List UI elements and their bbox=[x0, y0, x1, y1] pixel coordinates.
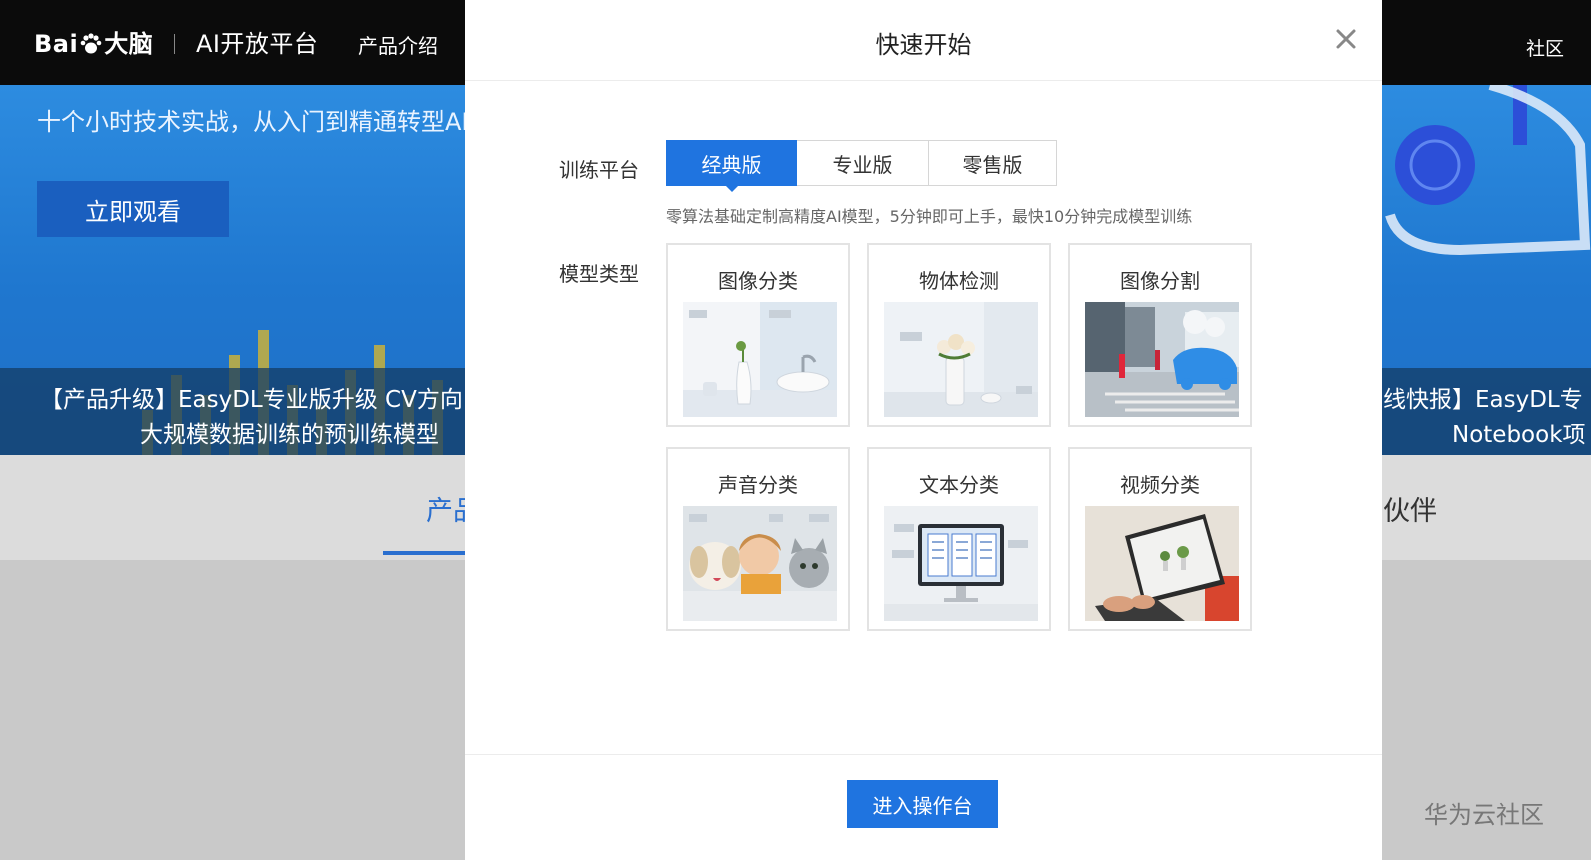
model-card-video-classification[interactable]: 视频分类 bbox=[1068, 447, 1252, 631]
model-card-object-detection[interactable]: 物体检测 bbox=[867, 243, 1051, 427]
platform-description: 零算法基础定制高精度AI模型，5分钟即可上手，最快10分钟完成模型训练 bbox=[666, 207, 1193, 226]
object-detection-thumbnail bbox=[884, 302, 1038, 417]
image-segmentation-thumbnail bbox=[1085, 302, 1239, 417]
model-card-title: 文本分类 bbox=[919, 473, 999, 497]
modal-title: 快速开始 bbox=[875, 31, 972, 59]
model-card-title: 视频分类 bbox=[1120, 473, 1200, 497]
close-button[interactable] bbox=[1331, 24, 1361, 54]
text-classification-thumbnail bbox=[884, 506, 1038, 621]
platform-option-professional[interactable]: 专业版 bbox=[797, 140, 929, 186]
enter-console-button[interactable]: 进入操作台 bbox=[847, 780, 998, 828]
model-card-sound-classification[interactable]: 声音分类 bbox=[666, 447, 850, 631]
model-card-title: 物体检测 bbox=[919, 269, 999, 293]
platform-option-classic[interactable]: 经典版 bbox=[666, 140, 797, 192]
model-card-title: 图像分类 bbox=[718, 269, 798, 293]
video-classification-thumbnail bbox=[1085, 506, 1239, 621]
platform-selector: 经典版 专业版 零售版 bbox=[666, 140, 1057, 192]
close-icon bbox=[1336, 29, 1356, 49]
modal-footer-divider bbox=[465, 754, 1382, 755]
model-card-image-segmentation[interactable]: 图像分割 bbox=[1068, 243, 1252, 427]
model-card-title: 声音分类 bbox=[718, 473, 798, 497]
platform-option-retail[interactable]: 零售版 bbox=[929, 140, 1057, 186]
modal-header: 快速开始 bbox=[465, 0, 1382, 81]
model-card-title: 图像分割 bbox=[1120, 269, 1200, 293]
training-platform-label: 训练平台 bbox=[559, 158, 639, 182]
sound-classification-thumbnail bbox=[683, 506, 837, 621]
model-card-text-classification[interactable]: 文本分类 bbox=[867, 447, 1051, 631]
quick-start-modal: 快速开始 训练平台 经典版 专业版 零售版 零算法基础定制高精度AI模型，5分钟… bbox=[465, 0, 1382, 860]
model-card-image-classification[interactable]: 图像分类 bbox=[666, 243, 850, 427]
image-classification-thumbnail bbox=[683, 302, 837, 417]
model-type-label: 模型类型 bbox=[559, 262, 639, 286]
